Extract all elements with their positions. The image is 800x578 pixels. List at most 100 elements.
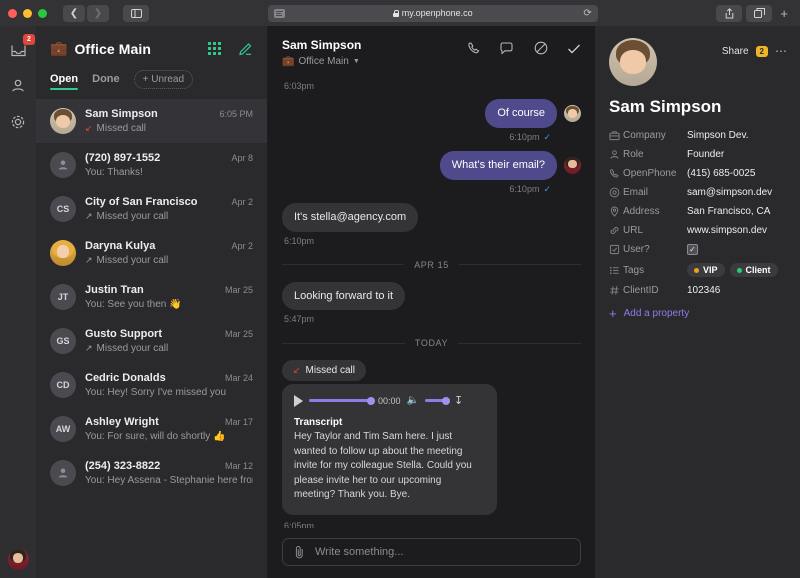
- contact-property-row[interactable]: URL www.simpson.dev: [609, 225, 788, 236]
- contact-property-value: Simpson Dev.: [687, 130, 749, 141]
- message-row: Looking forward to it: [282, 281, 581, 311]
- contact-avatar: [609, 38, 657, 86]
- conversation-top-row: (720) 897-1552 Apr 8: [85, 152, 253, 164]
- share-button[interactable]: Share: [722, 46, 749, 57]
- browser-toolbar: ❮ ❯ my.openphone.co ⟳ +: [0, 0, 800, 26]
- block-button[interactable]: [534, 41, 548, 60]
- rail-user-avatar[interactable]: [7, 549, 29, 570]
- message-bubble[interactable]: What's their email?: [439, 150, 557, 180]
- contact-property-row[interactable]: Company Simpson Dev.: [609, 130, 788, 141]
- message-row: Of course: [282, 99, 581, 128]
- message-input[interactable]: Write something...: [282, 538, 581, 566]
- sent-check-icon: ✓: [543, 131, 551, 142]
- thread-title-block: Sam Simpson 💼 Office Main ▼: [282, 38, 467, 67]
- download-icon[interactable]: ↧: [454, 394, 463, 407]
- contact-property-row[interactable]: ClientID 102346: [609, 285, 788, 296]
- conversation-list-item[interactable]: Daryna Kulya Apr 2 ↗ Missed your call: [36, 231, 267, 275]
- tag-label: VIP: [703, 265, 718, 275]
- tab-open[interactable]: Open: [50, 73, 79, 90]
- checkbox-icon: [609, 244, 623, 255]
- contact-property-row[interactable]: OpenPhone (415) 685-0025: [609, 168, 788, 179]
- apps-grid-button[interactable]: [208, 42, 221, 55]
- forward-button[interactable]: ❯: [87, 4, 109, 22]
- message-avatar: [564, 156, 581, 174]
- call-button[interactable]: [467, 41, 481, 60]
- conversation-preview: You: See you then 👋: [85, 299, 253, 310]
- conversation-name: Daryna Kulya: [85, 240, 156, 252]
- contact-tag[interactable]: VIP: [687, 263, 725, 277]
- link-icon: [609, 225, 623, 236]
- speaker-icon[interactable]: 🔈: [407, 395, 419, 406]
- conversation-avatar: CS: [50, 196, 76, 222]
- rail-settings-button[interactable]: [6, 110, 30, 134]
- contact-panel-header: Share 2 ⋯: [609, 38, 788, 86]
- contact-properties: Company Simpson Dev. Role Founder OpenPhone (…: [609, 130, 788, 296]
- conversation-list-item[interactable]: AW Ashley Wright Mar 17 You: For sure, will…: [36, 407, 267, 451]
- contact-property-label: URL: [623, 225, 644, 236]
- sidebar-toggle-button[interactable]: [123, 4, 149, 22]
- conversation-list-item[interactable]: (720) 897-1552 Apr 8 You: Thanks!: [36, 143, 267, 187]
- contact-property-value: 102346: [687, 285, 721, 296]
- conversation-list-item[interactable]: Sam Simpson 6:05 PM ↙ Missed call: [36, 99, 267, 143]
- contact-property-row[interactable]: User? ✓: [609, 244, 788, 255]
- share-button[interactable]: [716, 4, 743, 22]
- back-button[interactable]: ❮: [63, 4, 85, 22]
- window-controls[interactable]: [8, 8, 47, 18]
- user-checkbox[interactable]: ✓: [687, 244, 698, 255]
- contact-property-row[interactable]: Tags VIP Client: [609, 263, 788, 277]
- conversation-avatar: [50, 108, 76, 134]
- add-property-button[interactable]: + Add a property: [609, 306, 788, 321]
- rail-contacts-button[interactable]: [6, 74, 30, 98]
- maximize-window-button[interactable]: [38, 8, 47, 18]
- address-bar[interactable]: my.openphone.co ⟳: [267, 4, 598, 22]
- thread-workspace-selector[interactable]: 💼 Office Main ▼: [282, 56, 467, 67]
- contact-property-row[interactable]: Address San Francisco, CA: [609, 206, 788, 217]
- message-input-placeholder: Write something...: [315, 546, 404, 558]
- conversation-avatar: GS: [50, 328, 76, 354]
- nav-rail: 2: [0, 26, 36, 578]
- conversation-time: Apr 2: [231, 197, 253, 207]
- conversation-list-item[interactable]: CD Cedric Donalds Mar 24 You: Hey! Sorry I'…: [36, 363, 267, 407]
- conversation-time: Mar 25: [224, 329, 253, 339]
- messages-area: 6:03pm Of course 6:10pm ✓ What's their email…: [268, 77, 595, 528]
- rail-inbox-button[interactable]: 2: [6, 34, 35, 62]
- new-tab-button[interactable]: +: [776, 6, 792, 21]
- conversation-name: (720) 897-1552: [85, 152, 161, 164]
- more-horizontal-icon[interactable]: ⋯: [775, 44, 788, 58]
- volume-knob[interactable]: [441, 396, 450, 405]
- conversation-preview: ↗ Missed your call: [85, 211, 253, 222]
- compose-button[interactable]: [238, 41, 253, 56]
- unread-filter-chip[interactable]: + Unread: [133, 70, 194, 89]
- play-button[interactable]: [294, 394, 303, 407]
- message-bubble[interactable]: Of course: [485, 99, 557, 128]
- new-message-button[interactable]: [500, 41, 515, 60]
- tab-overview-button[interactable]: [746, 4, 773, 22]
- contact-property-row[interactable]: Email sam@simpson.dev: [609, 187, 788, 198]
- conversation-list[interactable]: Sam Simpson 6:05 PM ↙ Missed call (720) 897-…: [36, 99, 267, 578]
- missed-call-arrow-icon: ↙: [293, 365, 301, 376]
- mark-done-button[interactable]: [567, 42, 581, 60]
- close-window-button[interactable]: [8, 8, 17, 18]
- tab-done[interactable]: Done: [92, 73, 120, 90]
- conversation-list-item[interactable]: (254) 323-8822 Mar 12 You: Hey Assena - St…: [36, 451, 267, 495]
- conversation-list-item[interactable]: GS Gusto Support Mar 25 ↗ Missed your call: [36, 319, 267, 363]
- navigation-buttons[interactable]: ❮ ❯: [63, 4, 109, 22]
- contact-tag[interactable]: Client: [729, 263, 778, 277]
- conversation-list-item[interactable]: JT Justin Tran Mar 25 You: See you then 👋: [36, 275, 267, 319]
- message-bubble[interactable]: Looking forward to it: [282, 281, 406, 311]
- conversation-list-item[interactable]: CS City of San Francisco Apr 2 ↗ Missed your…: [36, 187, 267, 231]
- reload-icon[interactable]: ⟳: [583, 8, 591, 19]
- sidebar-header: 💼 Office Main Open Done + Unread: [36, 26, 267, 95]
- progress-knob[interactable]: [367, 396, 375, 405]
- conversation-top-row: Justin Tran Mar 25: [85, 284, 253, 296]
- contact-property-row[interactable]: Role Founder: [609, 149, 788, 160]
- progress-slider[interactable]: [309, 396, 375, 405]
- missed-call-pill: ↙ Missed call: [282, 360, 367, 382]
- conversation-body: Justin Tran Mar 25 You: See you then 👋: [85, 284, 253, 310]
- voicemail-timestamp: 6:05pm: [284, 520, 315, 528]
- volume-slider[interactable]: [424, 396, 450, 405]
- message-bubble[interactable]: It's stella@agency.com: [282, 202, 419, 232]
- date-divider: APR 15: [282, 260, 581, 270]
- message-row: It's stella@agency.com: [282, 202, 581, 232]
- minimize-window-button[interactable]: [23, 8, 32, 18]
